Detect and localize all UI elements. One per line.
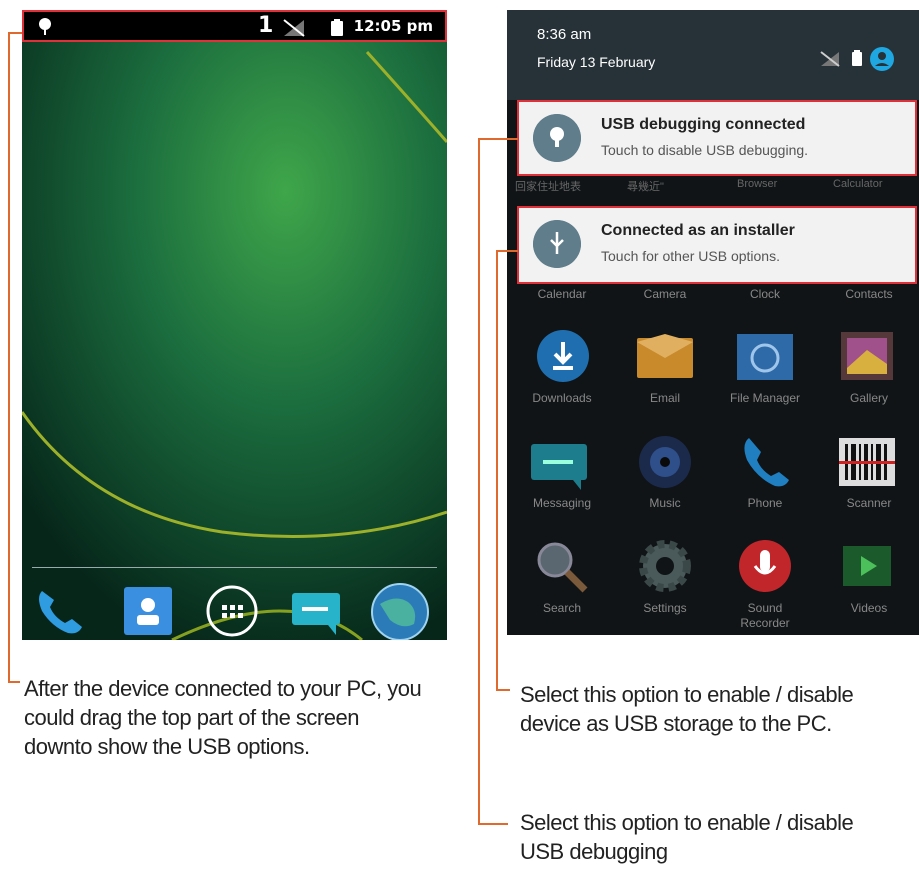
header-date: Friday 13 February (537, 54, 656, 70)
apps-grid-icon[interactable] (204, 583, 260, 639)
notification-usb-installer[interactable]: Connected as an installer Touch for othe… (517, 206, 917, 284)
callout-line (496, 250, 498, 690)
caption-right-debugging: Select this option to enable / disable U… (520, 810, 854, 864)
app-label[interactable]: Calendar (512, 287, 612, 301)
settings-gear-icon[interactable] (635, 538, 695, 594)
shade-header: 8:36 am Friday 13 February (507, 10, 919, 100)
app-label[interactable]: Email (615, 391, 715, 405)
messaging-icon[interactable] (288, 583, 344, 639)
notification-subtitle: Touch for other USB options. (601, 248, 780, 264)
callout-line (478, 138, 518, 140)
app-label[interactable]: Settings (615, 601, 715, 615)
app-label[interactable]: Videos (819, 601, 919, 615)
app-label[interactable]: Search (512, 601, 612, 615)
app-label[interactable]: Scanner (819, 496, 919, 510)
status-bar[interactable]: 1 12:05 pm (22, 10, 447, 42)
callout-line (8, 32, 22, 34)
app-label[interactable]: Gallery (819, 391, 919, 405)
callout-line (496, 689, 510, 691)
file-manager-icon[interactable] (735, 328, 795, 384)
battery-icon (331, 19, 343, 36)
no-signal-icon (820, 51, 840, 67)
phone-icon[interactable] (32, 583, 88, 639)
notification-title: USB debugging connected (601, 116, 806, 133)
no-signal-icon (283, 19, 305, 37)
video-play-icon[interactable] (837, 538, 897, 594)
usb-icon (533, 220, 581, 268)
caption-right-storage: Select this option to enable / disable d… (520, 682, 854, 736)
app-label[interactable]: Phone (715, 496, 815, 510)
caption-left: After the device connected to your PC, y… (24, 676, 422, 759)
wallpaper (22, 42, 447, 640)
app-label[interactable]: Messaging (512, 496, 612, 510)
callout-line (478, 138, 480, 824)
app-label: 尋幾近" (627, 181, 664, 193)
android-debug-icon (39, 18, 51, 35)
app-label: Browser (737, 178, 778, 190)
notification-usb-debugging[interactable]: USB debugging connected Touch to disable… (517, 100, 917, 176)
download-icon[interactable] (533, 328, 593, 384)
notification-subtitle: Touch to disable USB debugging. (601, 142, 809, 158)
music-icon[interactable] (635, 434, 695, 490)
email-icon[interactable] (635, 328, 695, 384)
notification-title: Connected as an installer (601, 222, 795, 239)
app-label: 回家住址地表 (515, 181, 581, 193)
callout-line (8, 32, 10, 682)
gallery-icon[interactable] (837, 328, 897, 384)
app-label[interactable]: Clock (715, 287, 815, 301)
app-label[interactable]: Music (615, 496, 715, 510)
phone-icon[interactable] (735, 434, 795, 490)
notification-shade-screen: 8:36 am Friday 13 February USB debugging… (507, 10, 919, 635)
app-label[interactable]: File Manager (715, 391, 815, 405)
home-screen: 1 12:05 pm (22, 10, 447, 640)
app-label[interactable]: Contacts (819, 287, 919, 301)
android-debug-icon (533, 114, 581, 162)
notification-count: 1 (258, 13, 274, 38)
app-label: Calculator (833, 178, 883, 190)
app-label[interactable]: Downloads (512, 391, 612, 405)
app-label[interactable]: Camera (615, 287, 715, 301)
callout-line (496, 250, 518, 252)
dock-divider (32, 567, 437, 568)
search-icon[interactable] (531, 538, 591, 594)
callout-line (478, 823, 508, 825)
battery-icon (852, 50, 862, 66)
microphone-icon[interactable] (735, 538, 795, 594)
messaging-icon[interactable] (529, 436, 589, 492)
status-time: 12:05 pm (353, 17, 433, 35)
barcode-scanner-icon[interactable] (837, 434, 897, 490)
callout-line (8, 681, 20, 683)
user-avatar-icon[interactable] (869, 46, 895, 72)
browser-globe-icon[interactable] (368, 580, 432, 640)
header-time: 8:36 am (537, 26, 592, 43)
contacts-icon[interactable] (120, 583, 176, 639)
app-label[interactable]: Sound Recorder (715, 601, 815, 631)
